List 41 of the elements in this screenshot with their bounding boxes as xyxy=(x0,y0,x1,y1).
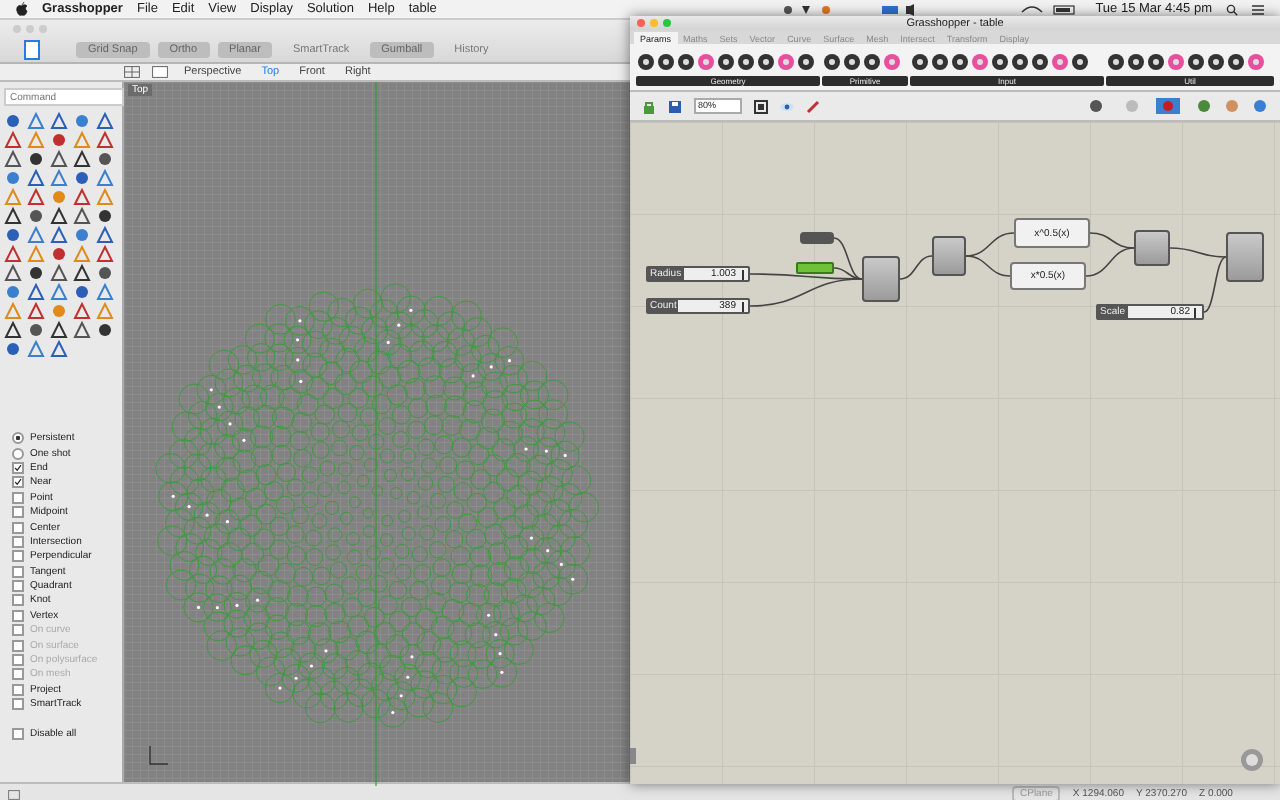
toggle-node[interactable] xyxy=(796,262,834,274)
wire xyxy=(899,255,933,280)
zoom-extents-icon[interactable] xyxy=(754,99,768,113)
radio-button[interactable] xyxy=(12,447,24,460)
single-layout-icon[interactable] xyxy=(152,66,168,78)
checkbox[interactable] xyxy=(12,594,24,607)
axes-icon xyxy=(148,746,168,766)
checkbox[interactable] xyxy=(12,521,24,534)
checkbox[interactable] xyxy=(12,698,24,711)
checkbox[interactable] xyxy=(12,580,24,593)
checkbox[interactable] xyxy=(12,565,24,578)
component-node[interactable] xyxy=(1134,230,1170,266)
checkbox[interactable] xyxy=(12,506,24,519)
grid-layout-icon[interactable] xyxy=(124,66,140,78)
menu-icon[interactable] xyxy=(1252,3,1264,15)
save-icon[interactable] xyxy=(668,99,682,113)
checkbox[interactable] xyxy=(12,461,24,474)
checkbox[interactable] xyxy=(12,535,24,548)
window-controls-icon[interactable] xyxy=(636,18,672,28)
component-node[interactable] xyxy=(862,256,900,302)
component-node[interactable] xyxy=(1226,232,1264,282)
checkbox[interactable] xyxy=(12,609,24,622)
checkbox[interactable] xyxy=(12,476,24,489)
wire xyxy=(965,232,1015,257)
apple-icon[interactable] xyxy=(16,2,28,16)
search-icon[interactable] xyxy=(1226,3,1238,15)
navigation-wheel-icon[interactable] xyxy=(1240,748,1264,772)
checkbox[interactable] xyxy=(12,683,24,696)
component-node[interactable] xyxy=(932,236,966,276)
wire xyxy=(965,255,1011,277)
param-node[interactable] xyxy=(800,232,834,244)
sidebar-toggle-icon[interactable] xyxy=(24,39,40,59)
checkbox[interactable] xyxy=(12,727,24,740)
checkbox[interactable] xyxy=(12,491,24,504)
panel-icon[interactable] xyxy=(8,789,20,799)
radio-button[interactable] xyxy=(12,432,24,445)
eye-icon[interactable] xyxy=(780,99,794,113)
checkbox[interactable] xyxy=(12,550,24,563)
lock-icon[interactable] xyxy=(642,99,656,113)
scroll-handle[interactable] xyxy=(630,748,636,764)
brush-icon[interactable] xyxy=(806,99,820,113)
